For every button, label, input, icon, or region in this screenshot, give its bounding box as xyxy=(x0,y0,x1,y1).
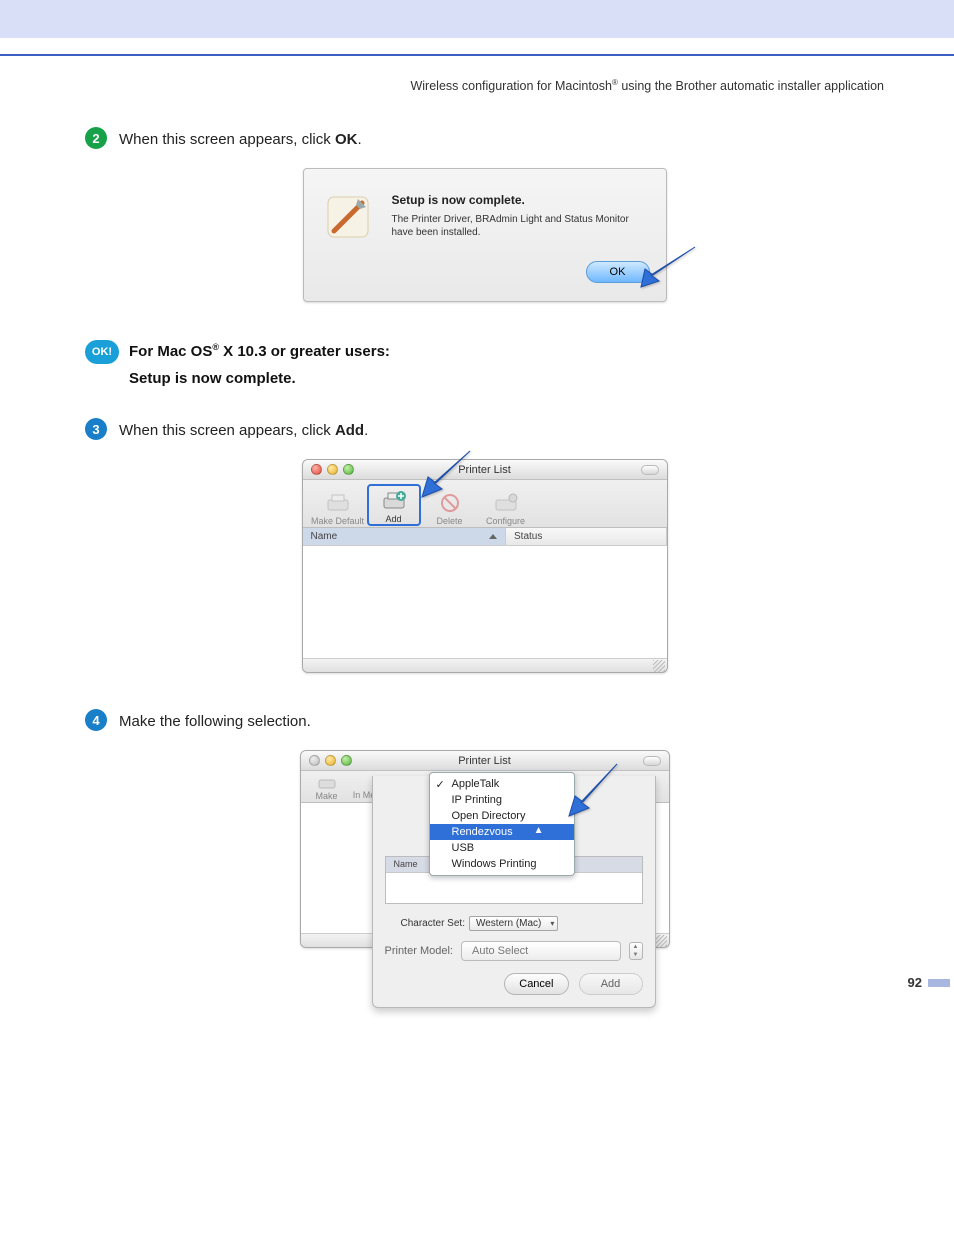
step-3-post: . xyxy=(364,422,368,439)
dropdown-option-label: Windows Printing xyxy=(452,858,537,870)
ok-note-text: For Mac OS® X 10.3 or greater users: Set… xyxy=(129,338,390,392)
charset-select[interactable]: Western (Mac) xyxy=(469,916,558,931)
resize-handle-icon xyxy=(655,935,667,947)
printer-icon xyxy=(325,492,351,514)
add-printer-sheet: ✓ AppleTalk IP Printing Open Directory Rende… xyxy=(372,776,656,1008)
dialog-title: Setup is now complete. xyxy=(392,193,650,207)
configure-icon xyxy=(493,492,519,514)
toolbar-pill-icon xyxy=(643,756,661,766)
dropdown-option-label: Open Directory xyxy=(452,810,526,822)
running-head: Wireless configuration for Macintosh® us… xyxy=(85,78,884,93)
figure-2: Printer List Make Default Add Delete xyxy=(85,459,884,673)
arrow-to-ok xyxy=(633,245,697,294)
column-name[interactable]: Name xyxy=(303,528,507,545)
dropdown-option[interactable]: USB xyxy=(430,840,574,856)
running-head-post: using the Brother automatic installer ap… xyxy=(618,79,884,93)
configure-button: Configure xyxy=(479,484,533,526)
ok-note-line1-pre: For Mac OS xyxy=(129,343,212,360)
running-head-pre: Wireless configuration for Macintosh xyxy=(410,79,611,93)
charset-label: Character Set: xyxy=(401,918,465,929)
figure-1: Setup is now complete. The Printer Drive… xyxy=(85,168,884,302)
step-3-text: When this screen appears, click Add. xyxy=(119,418,368,441)
model-value: Auto Select xyxy=(472,945,528,957)
printer-list-window: Printer List Make Default Add Delete xyxy=(302,459,668,673)
setup-complete-dialog: Setup is now complete. The Printer Drive… xyxy=(303,168,667,302)
cursor-icon: ▲ xyxy=(534,825,544,836)
model-stepper-icon[interactable]: ▲▼ xyxy=(629,942,643,960)
dropdown-option-label: Rendezvous xyxy=(452,826,513,838)
header-divider xyxy=(0,54,954,56)
col-status-label: Status xyxy=(514,531,542,542)
dropdown-option[interactable]: Rendezvous ▲ xyxy=(430,824,574,840)
step-2-text: When this screen appears, click OK. xyxy=(119,127,362,150)
page-body: Wireless configuration for Macintosh ® us… xyxy=(0,78,954,986)
charset-row: Character Set: Western (Mac) xyxy=(385,916,643,931)
col-name-label: Name xyxy=(311,531,338,542)
step-4-badge: 4 xyxy=(85,709,107,731)
make-stub-label: Make xyxy=(315,791,337,801)
ok-note: OK! For Mac OS® X 10.3 or greater users:… xyxy=(85,338,884,392)
page-number-value: 92 xyxy=(908,975,922,990)
model-label: Printer Model: xyxy=(385,945,453,957)
make-default-label: Make Default xyxy=(311,516,364,526)
dropdown-option-label: USB xyxy=(452,842,475,854)
add-button: Add xyxy=(579,973,643,995)
step-3-bold: Add xyxy=(335,422,364,439)
step-3: 3 When this screen appears, click Add. xyxy=(85,418,884,441)
ok-note-line2: Setup is now complete. xyxy=(129,365,390,392)
figure-3: Printer List Make In Men ✓AppleTalkIP Pr xyxy=(85,750,884,986)
printer-list-body xyxy=(303,546,667,658)
registered-mark: ® xyxy=(212,342,219,352)
resize-handle-icon[interactable] xyxy=(653,660,665,672)
page-number-accent xyxy=(928,979,950,987)
cancel-button[interactable]: Cancel xyxy=(504,973,568,995)
printer-icon xyxy=(317,775,337,791)
step-2-post: . xyxy=(357,131,361,148)
step-2-bold: OK xyxy=(335,131,358,148)
printer-model-select[interactable]: Auto Select xyxy=(461,941,621,961)
toolbar: Make Default Add Delete Configure xyxy=(303,480,667,528)
dropdown-option[interactable]: Open Directory xyxy=(430,808,574,824)
column-headers: Name Status xyxy=(303,528,667,546)
arrow-to-add xyxy=(416,449,472,504)
installer-icon xyxy=(322,191,374,243)
connection-dropdown[interactable]: ✓ AppleTalk IP Printing Open Directory Rende… xyxy=(429,772,575,876)
ok-note-line1-post: X 10.3 or greater users: xyxy=(219,343,390,360)
printer-model-row: Printer Model: Auto Select ▲▼ xyxy=(385,941,643,961)
column-status[interactable]: Status xyxy=(506,528,666,545)
delete-label: Delete xyxy=(436,516,462,526)
step-4: 4 Make the following selection. xyxy=(85,709,884,732)
step-2: 2 When this screen appears, click OK. xyxy=(85,127,884,150)
window-footer xyxy=(303,658,667,672)
step-2-pre: When this screen appears, click xyxy=(119,131,335,148)
page-number: 92 xyxy=(908,975,950,990)
arrow-to-rendezvous xyxy=(563,762,619,823)
titlebar: Printer List xyxy=(303,460,667,480)
step-4-text: Make the following selection. xyxy=(119,709,311,732)
dropdown-option-label: IP Printing xyxy=(452,794,503,806)
printer-add-icon xyxy=(381,490,407,512)
make-default-stub: Make xyxy=(309,775,345,801)
check-icon: ✓ xyxy=(436,778,445,791)
add-label: Add xyxy=(385,514,401,524)
header-band xyxy=(0,0,954,38)
toolbar-pill-icon[interactable] xyxy=(641,465,659,475)
sort-asc-icon xyxy=(489,534,497,539)
dropdown-option[interactable]: Windows Printing xyxy=(430,856,574,872)
add-button[interactable]: Add xyxy=(367,484,421,526)
dropdown-option-label: AppleTalk xyxy=(452,778,500,790)
make-default-button: Make Default xyxy=(311,484,365,526)
ok-badge-icon: OK! xyxy=(85,340,119,364)
dropdown-option[interactable]: IP Printing xyxy=(430,792,574,808)
configure-label: Configure xyxy=(486,516,525,526)
dialog-body: The Printer Driver, BRAdmin Light and St… xyxy=(392,213,650,239)
step-2-badge: 2 xyxy=(85,127,107,149)
step-3-pre: When this screen appears, click xyxy=(119,422,335,439)
window-title: Printer List xyxy=(303,464,667,476)
step-3-badge: 3 xyxy=(85,418,107,440)
dropdown-option[interactable]: ✓ AppleTalk xyxy=(430,776,574,792)
